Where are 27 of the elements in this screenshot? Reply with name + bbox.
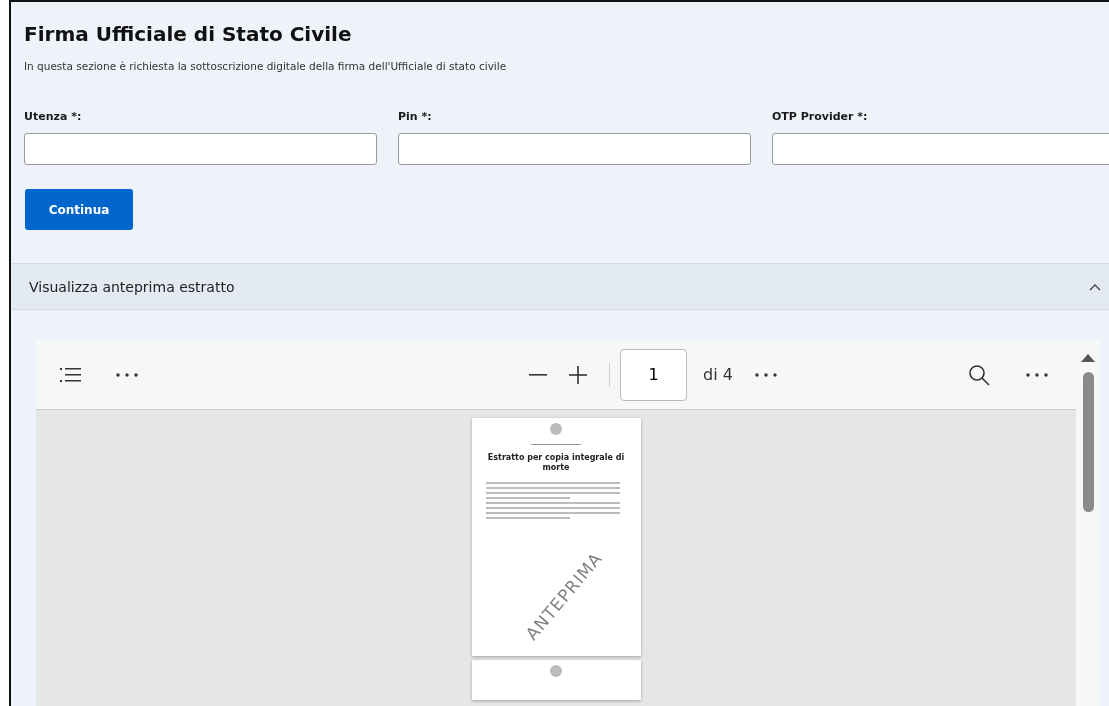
scroll-up-icon[interactable] <box>1081 354 1095 362</box>
accordion-title: Visualizza anteprima estratto <box>29 278 235 295</box>
continue-button[interactable]: Continua <box>25 189 133 230</box>
page-title: Firma Ufficiale di Stato Civile <box>23 21 353 46</box>
accordion-header[interactable]: Visualizza anteprima estratto <box>11 263 1109 310</box>
more-icon[interactable] <box>116 372 138 377</box>
page-number-field[interactable]: 1 <box>620 348 688 401</box>
chevron-icon <box>1089 282 1101 291</box>
input-field[interactable] <box>24 133 377 165</box>
field-label: OTP Provider *: <box>772 110 869 123</box>
more-icon[interactable] <box>754 372 777 377</box>
zoom-in-icon[interactable] <box>569 365 588 384</box>
zoom-out-icon[interactable] <box>529 373 548 376</box>
scroll-thumb[interactable] <box>1082 372 1094 512</box>
search-icon[interactable] <box>968 363 990 386</box>
more-icon[interactable] <box>1026 372 1048 377</box>
emblem-icon <box>549 422 563 436</box>
field-label: Pin *: <box>398 110 433 123</box>
field-label: Utenza *: <box>24 110 83 123</box>
input-field[interactable] <box>772 133 1109 165</box>
section-description: In questa sezione è richiesta la sottoscrizione digitale della firma dell'Ufficiale di stato civile <box>24 60 508 72</box>
document-heading: Estratto per copia integrale di morte <box>486 453 626 473</box>
input-field[interactable] <box>398 133 751 165</box>
page-total: di 4 <box>703 365 733 384</box>
scrollbar[interactable] <box>1076 340 1100 706</box>
outline-icon[interactable] <box>60 367 82 382</box>
emblem-icon <box>549 664 563 678</box>
